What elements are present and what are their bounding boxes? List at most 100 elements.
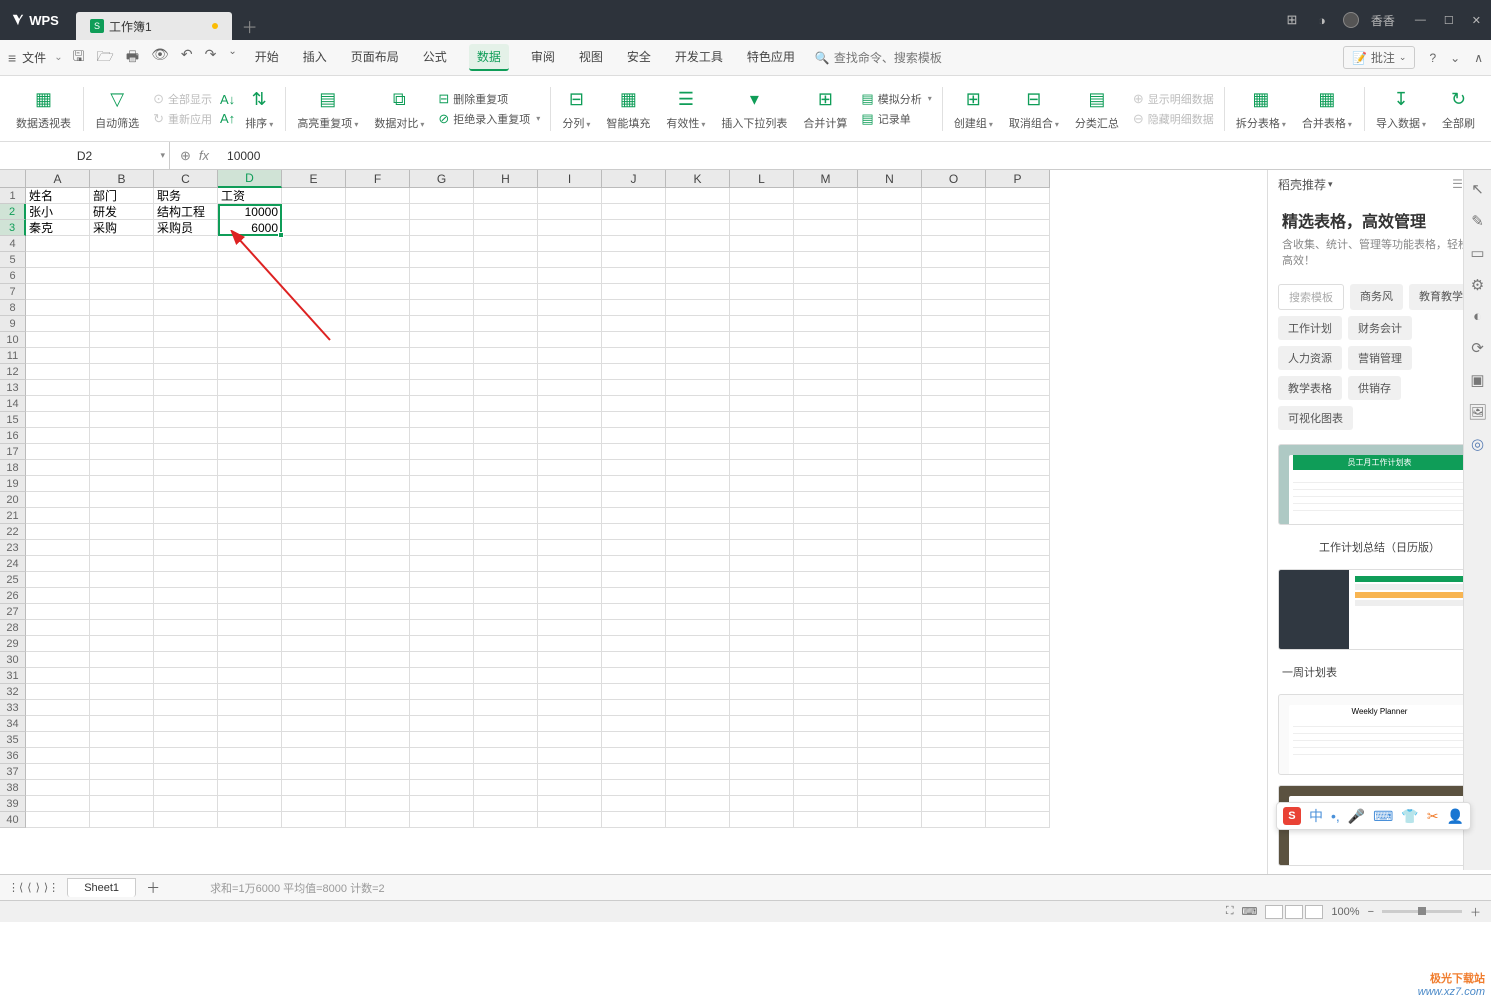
cell-H12[interactable] xyxy=(474,364,538,380)
panel-filter-icon[interactable]: ☰ xyxy=(1452,177,1463,191)
ribbon-consolidate[interactable]: ⊞ 合并计算 xyxy=(795,76,855,141)
cell-D38[interactable] xyxy=(218,780,282,796)
cell-M21[interactable] xyxy=(794,508,858,524)
tag-search[interactable]: 搜索模板 xyxy=(1278,284,1344,310)
cell-G4[interactable] xyxy=(410,236,474,252)
cell-J16[interactable] xyxy=(602,428,666,444)
cell-F38[interactable] xyxy=(346,780,410,796)
cell-O38[interactable] xyxy=(922,780,986,796)
cell-E27[interactable] xyxy=(282,604,346,620)
cell-H26[interactable] xyxy=(474,588,538,604)
cell-C11[interactable] xyxy=(154,348,218,364)
cell-P39[interactable] xyxy=(986,796,1050,812)
cell-B4[interactable] xyxy=(90,236,154,252)
cell-A11[interactable] xyxy=(26,348,90,364)
cell-B13[interactable] xyxy=(90,380,154,396)
cell-M38[interactable] xyxy=(794,780,858,796)
cell-B10[interactable] xyxy=(90,332,154,348)
cell-B34[interactable] xyxy=(90,716,154,732)
cell-L34[interactable] xyxy=(730,716,794,732)
cell-F40[interactable] xyxy=(346,812,410,828)
ime-keyboard-icon[interactable]: ⌨ xyxy=(1373,808,1393,825)
cell-I11[interactable] xyxy=(538,348,602,364)
cell-A2[interactable]: 张小 xyxy=(26,204,90,220)
cell-B35[interactable] xyxy=(90,732,154,748)
cell-K31[interactable] xyxy=(666,668,730,684)
cell-P12[interactable] xyxy=(986,364,1050,380)
cell-F15[interactable] xyxy=(346,412,410,428)
cell-J22[interactable] xyxy=(602,524,666,540)
col-header-L[interactable]: L xyxy=(730,170,794,188)
cell-B17[interactable] xyxy=(90,444,154,460)
command-search-input[interactable] xyxy=(834,51,974,65)
row-header-35[interactable]: 35 xyxy=(0,732,26,748)
cell-O15[interactable] xyxy=(922,412,986,428)
cell-M26[interactable] xyxy=(794,588,858,604)
tag-finance[interactable]: 财务会计 xyxy=(1348,316,1412,340)
cell-A34[interactable] xyxy=(26,716,90,732)
row-header-31[interactable]: 31 xyxy=(0,668,26,684)
cell-J25[interactable] xyxy=(602,572,666,588)
cell-O7[interactable] xyxy=(922,284,986,300)
cell-N10[interactable] xyxy=(858,332,922,348)
cell-O12[interactable] xyxy=(922,364,986,380)
cell-C29[interactable] xyxy=(154,636,218,652)
row-header-19[interactable]: 19 xyxy=(0,476,26,492)
cell-H3[interactable] xyxy=(474,220,538,236)
new-tab-button[interactable]: ＋ xyxy=(236,12,264,40)
cell-A18[interactable] xyxy=(26,460,90,476)
ribbon-validation[interactable]: ☰ 有效性▾ xyxy=(658,76,713,141)
cell-B26[interactable] xyxy=(90,588,154,604)
ribbon-autofilter[interactable]: ▽ 自动筛选 xyxy=(87,76,147,141)
cell-H7[interactable] xyxy=(474,284,538,300)
cell-L32[interactable] xyxy=(730,684,794,700)
cell-B39[interactable] xyxy=(90,796,154,812)
cell-N27[interactable] xyxy=(858,604,922,620)
cell-G1[interactable] xyxy=(410,188,474,204)
cell-C12[interactable] xyxy=(154,364,218,380)
cell-A10[interactable] xyxy=(26,332,90,348)
cell-I31[interactable] xyxy=(538,668,602,684)
cell-I14[interactable] xyxy=(538,396,602,412)
cell-B25[interactable] xyxy=(90,572,154,588)
cell-J15[interactable] xyxy=(602,412,666,428)
cell-G22[interactable] xyxy=(410,524,474,540)
cell-B27[interactable] xyxy=(90,604,154,620)
row-header-23[interactable]: 23 xyxy=(0,540,26,556)
cell-E3[interactable] xyxy=(282,220,346,236)
row-header-34[interactable]: 34 xyxy=(0,716,26,732)
cell-I4[interactable] xyxy=(538,236,602,252)
cell-M30[interactable] xyxy=(794,652,858,668)
cell-A31[interactable] xyxy=(26,668,90,684)
cell-B5[interactable] xyxy=(90,252,154,268)
cell-A38[interactable] xyxy=(26,780,90,796)
keyboard-icon[interactable]: ⌨ xyxy=(1242,905,1258,918)
minimize-button[interactable]: — xyxy=(1415,14,1426,27)
sheet-add-button[interactable]: ＋ xyxy=(136,878,170,898)
cell-M17[interactable] xyxy=(794,444,858,460)
cell-K33[interactable] xyxy=(666,700,730,716)
cell-H36[interactable] xyxy=(474,748,538,764)
cell-E34[interactable] xyxy=(282,716,346,732)
cell-A8[interactable] xyxy=(26,300,90,316)
cell-M37[interactable] xyxy=(794,764,858,780)
cell-A25[interactable] xyxy=(26,572,90,588)
cell-N33[interactable] xyxy=(858,700,922,716)
tab-security[interactable]: 安全 xyxy=(625,44,653,71)
cell-H4[interactable] xyxy=(474,236,538,252)
tab-data[interactable]: 数据 xyxy=(469,44,509,71)
cell-K1[interactable] xyxy=(666,188,730,204)
ribbon-scenario[interactable]: ▤模拟分析▾ xyxy=(861,91,931,107)
cell-H37[interactable] xyxy=(474,764,538,780)
cell-G17[interactable] xyxy=(410,444,474,460)
cell-K10[interactable] xyxy=(666,332,730,348)
view-page[interactable] xyxy=(1285,905,1303,919)
cell-F27[interactable] xyxy=(346,604,410,620)
cell-P19[interactable] xyxy=(986,476,1050,492)
cell-O24[interactable] xyxy=(922,556,986,572)
cell-P7[interactable] xyxy=(986,284,1050,300)
cell-B2[interactable]: 研发 xyxy=(90,204,154,220)
cell-P25[interactable] xyxy=(986,572,1050,588)
cell-B7[interactable] xyxy=(90,284,154,300)
cell-J9[interactable] xyxy=(602,316,666,332)
